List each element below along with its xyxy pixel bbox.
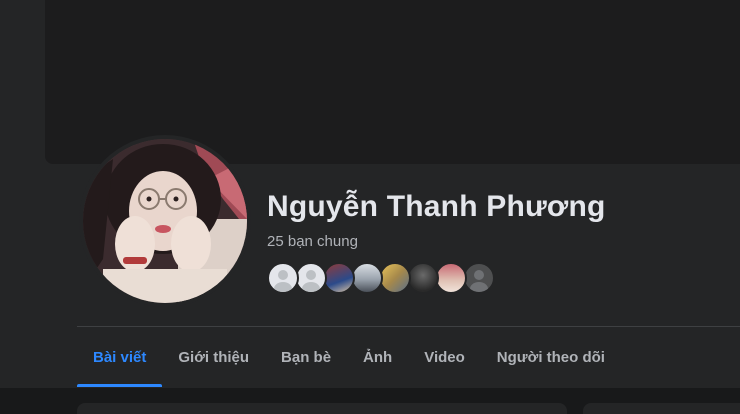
side-card <box>583 403 740 414</box>
intro-card <box>77 403 567 414</box>
tab-friends[interactable]: Bạn bè <box>265 327 347 387</box>
profile-avatar[interactable] <box>79 135 251 307</box>
avatar-photo <box>83 139 247 303</box>
friend-avatar[interactable] <box>351 262 383 294</box>
default-user-icon <box>470 270 488 292</box>
profile-header: Nguyễn Thanh Phương 25 bạn chung Bài viế… <box>0 0 740 388</box>
mutual-friends-count[interactable]: 25 bạn chung <box>267 233 358 250</box>
tab-followers[interactable]: Người theo dõi <box>481 327 621 387</box>
tab-videos[interactable]: Video <box>408 327 481 387</box>
default-user-icon <box>274 270 292 292</box>
default-user-icon <box>302 270 320 292</box>
friend-avatar[interactable] <box>463 262 495 294</box>
tab-about[interactable]: Giới thiệu <box>162 327 265 387</box>
friend-avatar[interactable] <box>267 262 299 294</box>
avatar-portrait-icon <box>83 139 247 303</box>
tab-photos[interactable]: Ảnh <box>347 327 408 387</box>
profile-tabs: Bài viết Giới thiệu Bạn bè Ảnh Video Ngư… <box>77 327 621 387</box>
friend-avatar[interactable] <box>435 262 467 294</box>
friend-avatar[interactable] <box>407 262 439 294</box>
profile-name: Nguyễn Thanh Phương <box>267 190 606 223</box>
friend-avatar[interactable] <box>295 262 327 294</box>
friend-avatar[interactable] <box>379 262 411 294</box>
tab-posts[interactable]: Bài viết <box>77 327 163 387</box>
friend-avatar[interactable] <box>323 262 355 294</box>
